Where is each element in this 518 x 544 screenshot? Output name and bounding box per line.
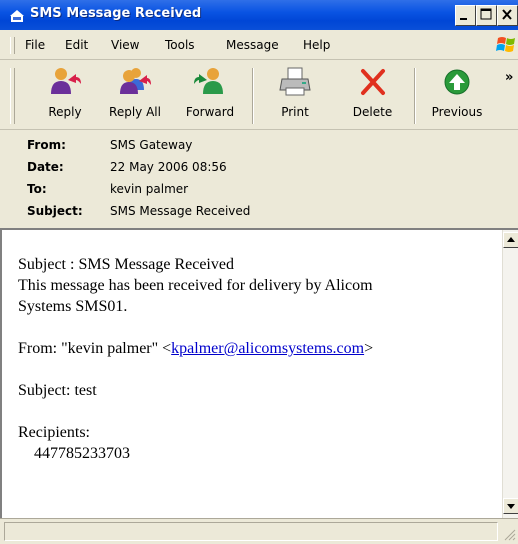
delete-button[interactable]: Delete [345, 64, 400, 126]
toolbar-overflow-chevron-icon[interactable]: » [505, 70, 513, 85]
recipient-number: 447785233703 [34, 445, 130, 462]
message-body-pane[interactable]: Subject : SMS Message Received This mess… [0, 228, 518, 518]
body-from-line: From: "kevin palmer" <kpalmer@alicomsyst… [18, 338, 488, 359]
menu-view[interactable]: View [111, 38, 139, 52]
menu-help[interactable]: Help [303, 38, 330, 52]
toolbar-separator [252, 68, 254, 124]
status-bar [0, 518, 518, 544]
body-from-suffix: > [364, 340, 374, 357]
scroll-down-arrow-icon [507, 504, 515, 509]
maximize-icon [480, 8, 492, 20]
body-line: This message has been received for deliv… [18, 277, 373, 294]
from-value: SMS Gateway [110, 138, 193, 152]
menu-file[interactable]: File [25, 38, 45, 52]
minimize-button[interactable] [455, 5, 476, 26]
recipients-label: Recipients: [18, 424, 90, 441]
reply-button[interactable]: Reply [40, 64, 90, 126]
printer-icon [279, 67, 311, 96]
scroll-down-button[interactable] [503, 498, 518, 514]
message-header: From: SMS Gateway Date: 22 May 2006 08:5… [0, 130, 518, 228]
close-icon [502, 9, 512, 20]
menu-grip[interactable] [10, 37, 15, 54]
forward-label: Forward [185, 105, 235, 119]
message-body: Subject : SMS Message Received This mess… [18, 254, 488, 464]
close-button[interactable] [497, 5, 518, 26]
menu-message[interactable]: Message [226, 38, 279, 52]
toolbar-grip[interactable] [10, 68, 15, 124]
print-label: Print [281, 105, 309, 119]
reply-all-icon [120, 68, 151, 94]
toolbar-separator [414, 68, 416, 124]
window-title: SMS Message Received [30, 6, 202, 21]
toolbar: Reply Reply All Forward Print Delete Pre… [0, 60, 518, 130]
date-value: 22 May 2006 08:56 [110, 160, 227, 174]
menu-tools[interactable]: Tools [165, 38, 195, 52]
to-value: kevin palmer [110, 182, 189, 196]
sms-app-icon [9, 7, 25, 23]
reply-all-button[interactable]: Reply All [100, 64, 170, 126]
windows-logo-icon [496, 35, 518, 55]
scroll-up-button[interactable] [503, 232, 518, 248]
subject-value: SMS Message Received [110, 204, 251, 218]
from-label: From: [27, 138, 66, 152]
reply-label: Reply [48, 105, 82, 119]
reply-icon [51, 68, 81, 94]
message-window: SMS Message Received File Edit View Tool… [0, 0, 518, 544]
print-button[interactable]: Print [270, 64, 320, 126]
status-pane [4, 522, 498, 541]
maximize-button[interactable] [476, 5, 497, 26]
menu-edit[interactable]: Edit [65, 38, 88, 52]
reply-all-label: Reply All [109, 105, 161, 119]
resize-grip-icon[interactable] [502, 527, 516, 541]
title-bar[interactable]: SMS Message Received [0, 0, 518, 30]
minimize-icon [460, 18, 467, 20]
to-label: To: [27, 182, 47, 196]
previous-label: Previous [431, 105, 483, 119]
menu-bar: File Edit View Tools Message Help [0, 30, 518, 60]
scroll-up-arrow-icon [507, 237, 515, 242]
previous-button[interactable]: Previous [424, 64, 490, 126]
date-label: Date: [27, 160, 64, 174]
delete-label: Delete [352, 105, 393, 119]
sender-email-link[interactable]: kpalmer@alicomsystems.com [171, 340, 364, 357]
body-line: Subject : SMS Message Received [18, 256, 234, 273]
body-line: Systems SMS01. [18, 298, 128, 315]
vertical-scrollbar[interactable] [502, 230, 518, 518]
forward-button[interactable]: Forward [180, 64, 240, 126]
subject-label: Subject: [27, 204, 83, 218]
forward-icon [194, 68, 223, 94]
arrow-up-icon [444, 69, 470, 95]
body-from-prefix: From: "kevin palmer" < [18, 340, 172, 357]
delete-x-icon [360, 69, 385, 95]
body-subject-line: Subject: test [18, 382, 97, 399]
